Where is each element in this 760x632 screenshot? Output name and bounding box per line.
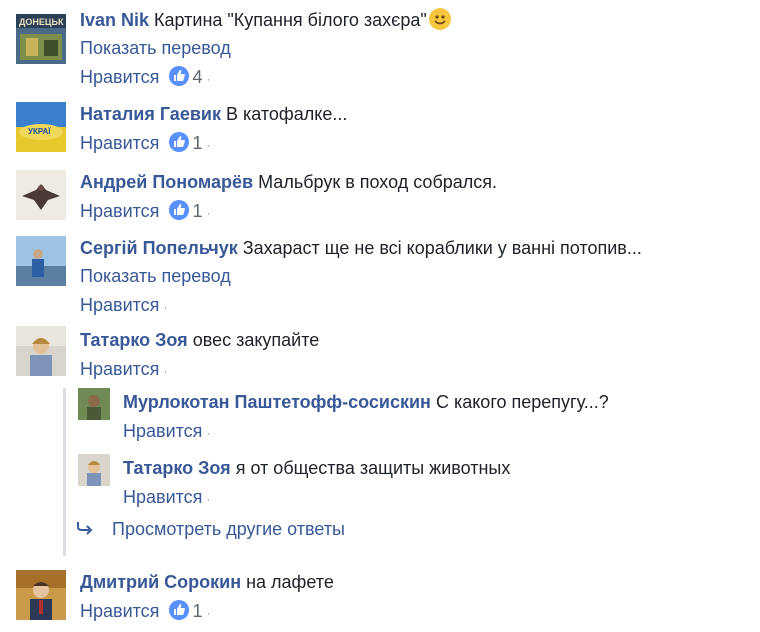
- like-link[interactable]: Нравится: [80, 133, 159, 153]
- avatar[interactable]: [16, 326, 66, 376]
- view-more-replies-label[interactable]: Просмотреть другие ответы: [112, 519, 345, 539]
- avatar[interactable]: [78, 454, 110, 486]
- comment-text: С какого перепугу...?: [435, 392, 609, 412]
- separator-dot: ·: [206, 206, 211, 220]
- comment-author-link[interactable]: Татарко Зоя: [123, 458, 231, 478]
- comment-author-link[interactable]: Татарко Зоя: [80, 330, 188, 350]
- comment-text: я от общества защиты животных: [235, 458, 511, 478]
- comment: ДОНЕЦЬК Ivan Nik Картина "Купання білого…: [0, 6, 760, 90]
- like-link[interactable]: Нравится: [123, 487, 202, 507]
- comment-text: на лафете: [246, 572, 334, 592]
- like-link[interactable]: Нравится: [123, 421, 202, 441]
- like-count[interactable]: 1: [192, 201, 202, 221]
- separator-dot: ·: [206, 426, 211, 440]
- reply-comment: Мурлокотан Паштетофф-сосискин С какого п…: [0, 388, 760, 448]
- avatar[interactable]: [16, 170, 66, 220]
- separator-dot: ·: [163, 300, 168, 314]
- separator-dot: ·: [206, 492, 211, 506]
- comment-text: Мальбрук в поход собрался.: [258, 172, 498, 192]
- show-translation-link[interactable]: Показать перевод: [80, 262, 642, 290]
- comment: Сергій Попельчук Захараст ще не всі кора…: [0, 234, 760, 318]
- reply-comment: Татарко Зоя я от общества защиты животны…: [0, 454, 760, 514]
- comment-author-link[interactable]: Андрей Пономарёв: [80, 172, 253, 192]
- separator-dot: ·: [206, 606, 211, 620]
- separator-dot: ·: [206, 138, 211, 152]
- comment-text: В катофалке...: [225, 104, 348, 124]
- like-count[interactable]: 1: [192, 601, 202, 621]
- comment-text: Захараст ще не всі кораблики у ванні пот…: [242, 238, 642, 258]
- smile-emoji-icon: [428, 8, 451, 30]
- thumbs-up-icon[interactable]: [169, 200, 190, 220]
- like-link[interactable]: Нравится: [80, 67, 159, 87]
- comment-text: овес закупайте: [192, 330, 320, 350]
- view-more-replies-link[interactable]: Просмотреть другие ответы: [76, 514, 345, 544]
- like-link[interactable]: Нравится: [80, 201, 159, 221]
- comment-author-link[interactable]: Ivan Nik: [80, 10, 149, 30]
- comment: Татарко Зоя овес закупайте Нравится ·: [0, 326, 760, 386]
- avatar[interactable]: [16, 236, 66, 286]
- comment: УКРАЇ Наталия Гаевик В катофалке... Нрав…: [0, 100, 760, 160]
- show-translation-link[interactable]: Показать перевод: [80, 34, 451, 62]
- avatar[interactable]: УКРАЇ: [16, 102, 66, 152]
- like-link[interactable]: Нравится: [80, 359, 159, 379]
- comment-author-link[interactable]: Мурлокотан Паштетофф-сосискин: [123, 392, 431, 412]
- like-link[interactable]: Нравится: [80, 601, 159, 621]
- like-link[interactable]: Нравится: [80, 295, 159, 315]
- svg-text:ДОНЕЦЬК: ДОНЕЦЬК: [19, 17, 64, 27]
- separator-dot: ·: [163, 364, 168, 378]
- avatar[interactable]: [78, 388, 110, 420]
- thumbs-up-icon[interactable]: [169, 132, 190, 152]
- comment: Андрей Пономарёв Мальбрук в поход собрал…: [0, 168, 760, 228]
- thumbs-up-icon[interactable]: [169, 66, 190, 86]
- avatar[interactable]: ДОНЕЦЬК: [16, 14, 66, 64]
- comment-author-link[interactable]: Сергій Попельчук: [80, 238, 238, 258]
- avatar[interactable]: [16, 570, 66, 620]
- comment: Дмитрий Сорокин на лафете Нравится 1 ·: [0, 568, 760, 628]
- separator-dot: ·: [206, 72, 211, 86]
- svg-text:УКРАЇ: УКРАЇ: [28, 127, 51, 136]
- comment-author-link[interactable]: Наталия Гаевик: [80, 104, 221, 124]
- like-count[interactable]: 4: [192, 67, 202, 87]
- comment-author-link[interactable]: Дмитрий Сорокин: [80, 572, 241, 592]
- reply-arrow-icon: [76, 514, 96, 544]
- thumbs-up-icon[interactable]: [169, 600, 190, 620]
- like-count[interactable]: 1: [192, 133, 202, 153]
- comment-text: Картина "Купання білого захєра": [154, 10, 427, 30]
